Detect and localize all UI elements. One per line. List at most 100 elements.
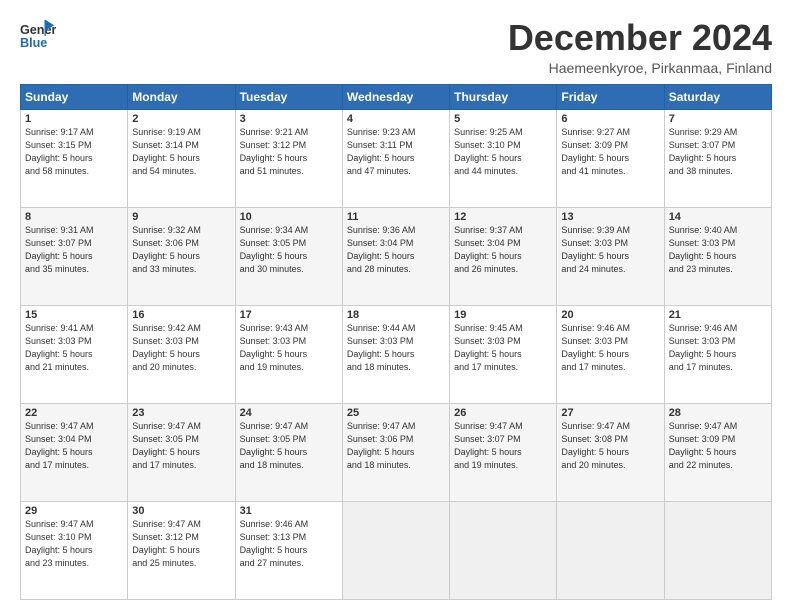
calendar-cell: 1Sunrise: 9:17 AM Sunset: 3:15 PM Daylig… — [21, 109, 128, 207]
day-details: Sunrise: 9:42 AM Sunset: 3:03 PM Dayligh… — [132, 322, 230, 374]
calendar-cell — [664, 501, 771, 599]
weekday-header-wednesday: Wednesday — [342, 84, 449, 109]
day-number: 25 — [347, 407, 445, 419]
month-title: December 2024 — [508, 18, 772, 58]
day-number: 21 — [669, 309, 767, 321]
weekday-header-tuesday: Tuesday — [235, 84, 342, 109]
day-number: 23 — [132, 407, 230, 419]
day-number: 30 — [132, 505, 230, 517]
day-details: Sunrise: 9:32 AM Sunset: 3:06 PM Dayligh… — [132, 224, 230, 276]
day-number: 26 — [454, 407, 552, 419]
day-details: Sunrise: 9:46 AM Sunset: 3:03 PM Dayligh… — [669, 322, 767, 374]
calendar-cell: 12Sunrise: 9:37 AM Sunset: 3:04 PM Dayli… — [450, 207, 557, 305]
day-details: Sunrise: 9:46 AM Sunset: 3:03 PM Dayligh… — [561, 322, 659, 374]
calendar-cell: 13Sunrise: 9:39 AM Sunset: 3:03 PM Dayli… — [557, 207, 664, 305]
calendar-cell — [557, 501, 664, 599]
day-number: 15 — [25, 309, 123, 321]
day-details: Sunrise: 9:37 AM Sunset: 3:04 PM Dayligh… — [454, 224, 552, 276]
calendar-cell: 25Sunrise: 9:47 AM Sunset: 3:06 PM Dayli… — [342, 403, 449, 501]
day-number: 22 — [25, 407, 123, 419]
weekday-header-friday: Friday — [557, 84, 664, 109]
location-subtitle: Haemeenkyroe, Pirkanmaa, Finland — [508, 60, 772, 76]
day-number: 24 — [240, 407, 338, 419]
logo: General Blue — [20, 18, 56, 54]
calendar-cell: 18Sunrise: 9:44 AM Sunset: 3:03 PM Dayli… — [342, 305, 449, 403]
day-number: 4 — [347, 113, 445, 125]
title-block: December 2024 Haemeenkyroe, Pirkanmaa, F… — [508, 18, 772, 76]
calendar-cell: 8Sunrise: 9:31 AM Sunset: 3:07 PM Daylig… — [21, 207, 128, 305]
calendar-cell: 6Sunrise: 9:27 AM Sunset: 3:09 PM Daylig… — [557, 109, 664, 207]
day-number: 3 — [240, 113, 338, 125]
weekday-header-sunday: Sunday — [21, 84, 128, 109]
calendar-cell: 9Sunrise: 9:32 AM Sunset: 3:06 PM Daylig… — [128, 207, 235, 305]
day-number: 9 — [132, 211, 230, 223]
day-number: 28 — [669, 407, 767, 419]
day-number: 11 — [347, 211, 445, 223]
day-details: Sunrise: 9:31 AM Sunset: 3:07 PM Dayligh… — [25, 224, 123, 276]
calendar-cell — [450, 501, 557, 599]
calendar-cell: 20Sunrise: 9:46 AM Sunset: 3:03 PM Dayli… — [557, 305, 664, 403]
calendar-cell: 3Sunrise: 9:21 AM Sunset: 3:12 PM Daylig… — [235, 109, 342, 207]
day-details: Sunrise: 9:27 AM Sunset: 3:09 PM Dayligh… — [561, 126, 659, 178]
day-number: 2 — [132, 113, 230, 125]
day-details: Sunrise: 9:45 AM Sunset: 3:03 PM Dayligh… — [454, 322, 552, 374]
calendar-cell: 14Sunrise: 9:40 AM Sunset: 3:03 PM Dayli… — [664, 207, 771, 305]
day-details: Sunrise: 9:44 AM Sunset: 3:03 PM Dayligh… — [347, 322, 445, 374]
day-number: 5 — [454, 113, 552, 125]
calendar-cell: 19Sunrise: 9:45 AM Sunset: 3:03 PM Dayli… — [450, 305, 557, 403]
day-details: Sunrise: 9:47 AM Sunset: 3:05 PM Dayligh… — [240, 420, 338, 472]
day-number: 10 — [240, 211, 338, 223]
day-number: 31 — [240, 505, 338, 517]
day-number: 18 — [347, 309, 445, 321]
day-details: Sunrise: 9:21 AM Sunset: 3:12 PM Dayligh… — [240, 126, 338, 178]
day-details: Sunrise: 9:23 AM Sunset: 3:11 PM Dayligh… — [347, 126, 445, 178]
calendar-cell: 11Sunrise: 9:36 AM Sunset: 3:04 PM Dayli… — [342, 207, 449, 305]
calendar-cell: 21Sunrise: 9:46 AM Sunset: 3:03 PM Dayli… — [664, 305, 771, 403]
calendar-week-4: 22Sunrise: 9:47 AM Sunset: 3:04 PM Dayli… — [21, 403, 772, 501]
calendar-cell: 16Sunrise: 9:42 AM Sunset: 3:03 PM Dayli… — [128, 305, 235, 403]
calendar-cell: 29Sunrise: 9:47 AM Sunset: 3:10 PM Dayli… — [21, 501, 128, 599]
calendar-cell: 22Sunrise: 9:47 AM Sunset: 3:04 PM Dayli… — [21, 403, 128, 501]
day-number: 17 — [240, 309, 338, 321]
day-details: Sunrise: 9:34 AM Sunset: 3:05 PM Dayligh… — [240, 224, 338, 276]
day-details: Sunrise: 9:25 AM Sunset: 3:10 PM Dayligh… — [454, 126, 552, 178]
day-details: Sunrise: 9:47 AM Sunset: 3:06 PM Dayligh… — [347, 420, 445, 472]
page: General Blue December 2024 Haemeenkyroe,… — [0, 0, 792, 612]
day-details: Sunrise: 9:47 AM Sunset: 3:04 PM Dayligh… — [25, 420, 123, 472]
day-number: 29 — [25, 505, 123, 517]
day-details: Sunrise: 9:40 AM Sunset: 3:03 PM Dayligh… — [669, 224, 767, 276]
calendar-week-1: 1Sunrise: 9:17 AM Sunset: 3:15 PM Daylig… — [21, 109, 772, 207]
day-number: 19 — [454, 309, 552, 321]
header: General Blue December 2024 Haemeenkyroe,… — [20, 18, 772, 76]
calendar-cell: 10Sunrise: 9:34 AM Sunset: 3:05 PM Dayli… — [235, 207, 342, 305]
day-details: Sunrise: 9:36 AM Sunset: 3:04 PM Dayligh… — [347, 224, 445, 276]
calendar-cell: 2Sunrise: 9:19 AM Sunset: 3:14 PM Daylig… — [128, 109, 235, 207]
day-details: Sunrise: 9:17 AM Sunset: 3:15 PM Dayligh… — [25, 126, 123, 178]
day-details: Sunrise: 9:19 AM Sunset: 3:14 PM Dayligh… — [132, 126, 230, 178]
calendar-cell: 4Sunrise: 9:23 AM Sunset: 3:11 PM Daylig… — [342, 109, 449, 207]
day-details: Sunrise: 9:43 AM Sunset: 3:03 PM Dayligh… — [240, 322, 338, 374]
day-number: 27 — [561, 407, 659, 419]
calendar-week-2: 8Sunrise: 9:31 AM Sunset: 3:07 PM Daylig… — [21, 207, 772, 305]
day-number: 14 — [669, 211, 767, 223]
day-number: 8 — [25, 211, 123, 223]
calendar-cell: 31Sunrise: 9:46 AM Sunset: 3:13 PM Dayli… — [235, 501, 342, 599]
day-details: Sunrise: 9:47 AM Sunset: 3:10 PM Dayligh… — [25, 518, 123, 570]
calendar-week-3: 15Sunrise: 9:41 AM Sunset: 3:03 PM Dayli… — [21, 305, 772, 403]
day-details: Sunrise: 9:39 AM Sunset: 3:03 PM Dayligh… — [561, 224, 659, 276]
calendar-cell: 24Sunrise: 9:47 AM Sunset: 3:05 PM Dayli… — [235, 403, 342, 501]
day-details: Sunrise: 9:46 AM Sunset: 3:13 PM Dayligh… — [240, 518, 338, 570]
calendar-cell: 28Sunrise: 9:47 AM Sunset: 3:09 PM Dayli… — [664, 403, 771, 501]
svg-text:Blue: Blue — [20, 36, 47, 50]
calendar-cell: 30Sunrise: 9:47 AM Sunset: 3:12 PM Dayli… — [128, 501, 235, 599]
calendar-cell: 26Sunrise: 9:47 AM Sunset: 3:07 PM Dayli… — [450, 403, 557, 501]
calendar-cell — [342, 501, 449, 599]
weekday-header-row: SundayMondayTuesdayWednesdayThursdayFrid… — [21, 84, 772, 109]
day-details: Sunrise: 9:47 AM Sunset: 3:07 PM Dayligh… — [454, 420, 552, 472]
calendar-cell: 15Sunrise: 9:41 AM Sunset: 3:03 PM Dayli… — [21, 305, 128, 403]
day-number: 16 — [132, 309, 230, 321]
day-details: Sunrise: 9:41 AM Sunset: 3:03 PM Dayligh… — [25, 322, 123, 374]
logo-icon: General Blue — [20, 18, 56, 54]
calendar-cell: 5Sunrise: 9:25 AM Sunset: 3:10 PM Daylig… — [450, 109, 557, 207]
calendar-cell: 7Sunrise: 9:29 AM Sunset: 3:07 PM Daylig… — [664, 109, 771, 207]
